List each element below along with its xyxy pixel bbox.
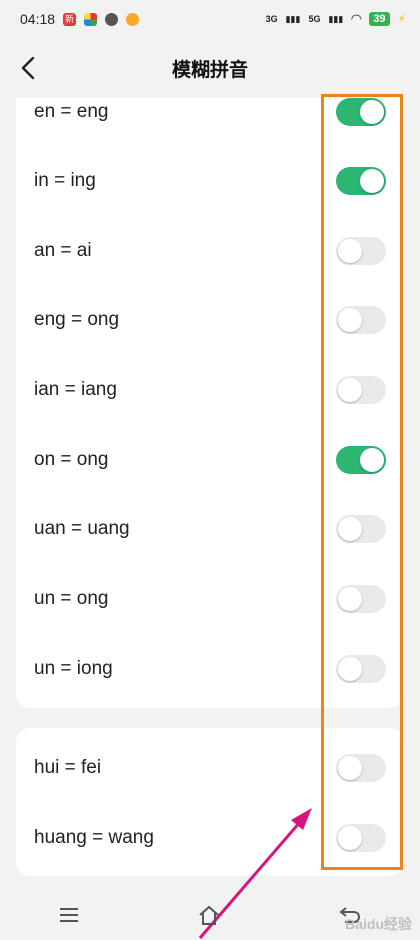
setting-row[interactable]: huang = wang bbox=[16, 813, 404, 863]
row-label: an = ai bbox=[34, 240, 92, 261]
toggle-switch[interactable] bbox=[336, 655, 386, 683]
toggle-knob bbox=[360, 100, 384, 124]
setting-row[interactable]: on = ong bbox=[16, 435, 404, 485]
toggle-knob bbox=[338, 239, 362, 263]
toggle-knob bbox=[338, 378, 362, 402]
news-app-icon: 新 bbox=[63, 12, 77, 26]
setting-row[interactable]: en = eng bbox=[16, 98, 404, 137]
wechat-icon bbox=[105, 12, 119, 26]
setting-row[interactable]: un = ong bbox=[16, 574, 404, 624]
toggle-knob bbox=[338, 587, 362, 611]
row-label: eng = ong bbox=[34, 309, 120, 330]
browser-app-icon bbox=[84, 12, 98, 26]
toggle-knob bbox=[338, 826, 362, 850]
row-label: ian = iang bbox=[34, 379, 117, 400]
status-left: 04:18 新 bbox=[20, 11, 140, 27]
toggle-switch[interactable] bbox=[336, 585, 386, 613]
network-3g-label: 3G bbox=[265, 14, 278, 24]
menu-icon[interactable] bbox=[58, 906, 80, 924]
setting-row[interactable]: un = iong bbox=[16, 644, 404, 694]
row-label: en = eng bbox=[34, 101, 109, 122]
battery-icon: 39 bbox=[369, 12, 390, 26]
toggle-switch[interactable] bbox=[336, 98, 386, 126]
chevron-left-icon bbox=[21, 56, 35, 80]
row-label: hui = fei bbox=[34, 757, 102, 778]
wifi-icon: ◠ bbox=[351, 11, 362, 26]
page-title: 模糊拼音 bbox=[171, 59, 248, 81]
setting-row[interactable]: hui = fei bbox=[16, 743, 404, 793]
header: 模糊拼音 bbox=[0, 38, 420, 98]
charging-icon: ⚡ bbox=[397, 12, 406, 26]
toggle-knob bbox=[338, 308, 362, 332]
toggle-switch[interactable] bbox=[336, 446, 386, 474]
fuzzy-pinyin-list: en = eng in = ing an = ai eng = ong ian … bbox=[16, 98, 404, 708]
row-label: un = ong bbox=[34, 588, 109, 609]
row-label: on = ong bbox=[34, 449, 109, 470]
toggle-switch[interactable] bbox=[336, 824, 386, 852]
setting-row[interactable]: uan = uang bbox=[16, 504, 404, 554]
row-label: un = iong bbox=[34, 658, 113, 679]
toggle-switch[interactable] bbox=[336, 754, 386, 782]
status-right: 3G ▮▮▮ 5G ▮▮▮ ◠ 39 ⚡ bbox=[266, 11, 406, 27]
toggle-knob bbox=[360, 169, 384, 193]
toggle-knob bbox=[338, 517, 362, 541]
toggle-switch[interactable] bbox=[336, 515, 386, 543]
setting-row[interactable]: an = ai bbox=[16, 226, 404, 276]
row-label: huang = wang bbox=[34, 827, 154, 848]
toggle-knob bbox=[338, 657, 362, 681]
status-time: 04:18 bbox=[20, 11, 56, 27]
row-label: in = ing bbox=[34, 170, 96, 191]
toggle-switch[interactable] bbox=[336, 376, 386, 404]
setting-row[interactable]: in = ing bbox=[16, 156, 404, 206]
toggle-switch[interactable] bbox=[336, 237, 386, 265]
weibo-icon bbox=[126, 12, 140, 26]
setting-row[interactable]: ian = iang bbox=[16, 365, 404, 415]
status-bar: 04:18 新 3G ▮▮▮ 5G ▮▮▮ ◠ 39 ⚡ bbox=[0, 0, 420, 38]
toggle-switch[interactable] bbox=[336, 306, 386, 334]
signal-icon-1: ▮▮▮ bbox=[285, 13, 301, 24]
row-label: uan = uang bbox=[34, 518, 130, 539]
toggle-switch[interactable] bbox=[336, 167, 386, 195]
signal-icon-2: ▮▮▮ bbox=[328, 13, 344, 24]
back-button[interactable] bbox=[10, 50, 46, 86]
toggle-knob bbox=[360, 448, 384, 472]
setting-row[interactable]: eng = ong bbox=[16, 295, 404, 345]
fuzzy-initials-list: hui = fei huang = wang bbox=[16, 728, 404, 876]
baidu-watermark: Baidu经验 bbox=[345, 916, 412, 932]
home-icon[interactable] bbox=[197, 904, 221, 926]
network-5g-label: 5G bbox=[308, 14, 321, 24]
toggle-knob bbox=[338, 756, 362, 780]
